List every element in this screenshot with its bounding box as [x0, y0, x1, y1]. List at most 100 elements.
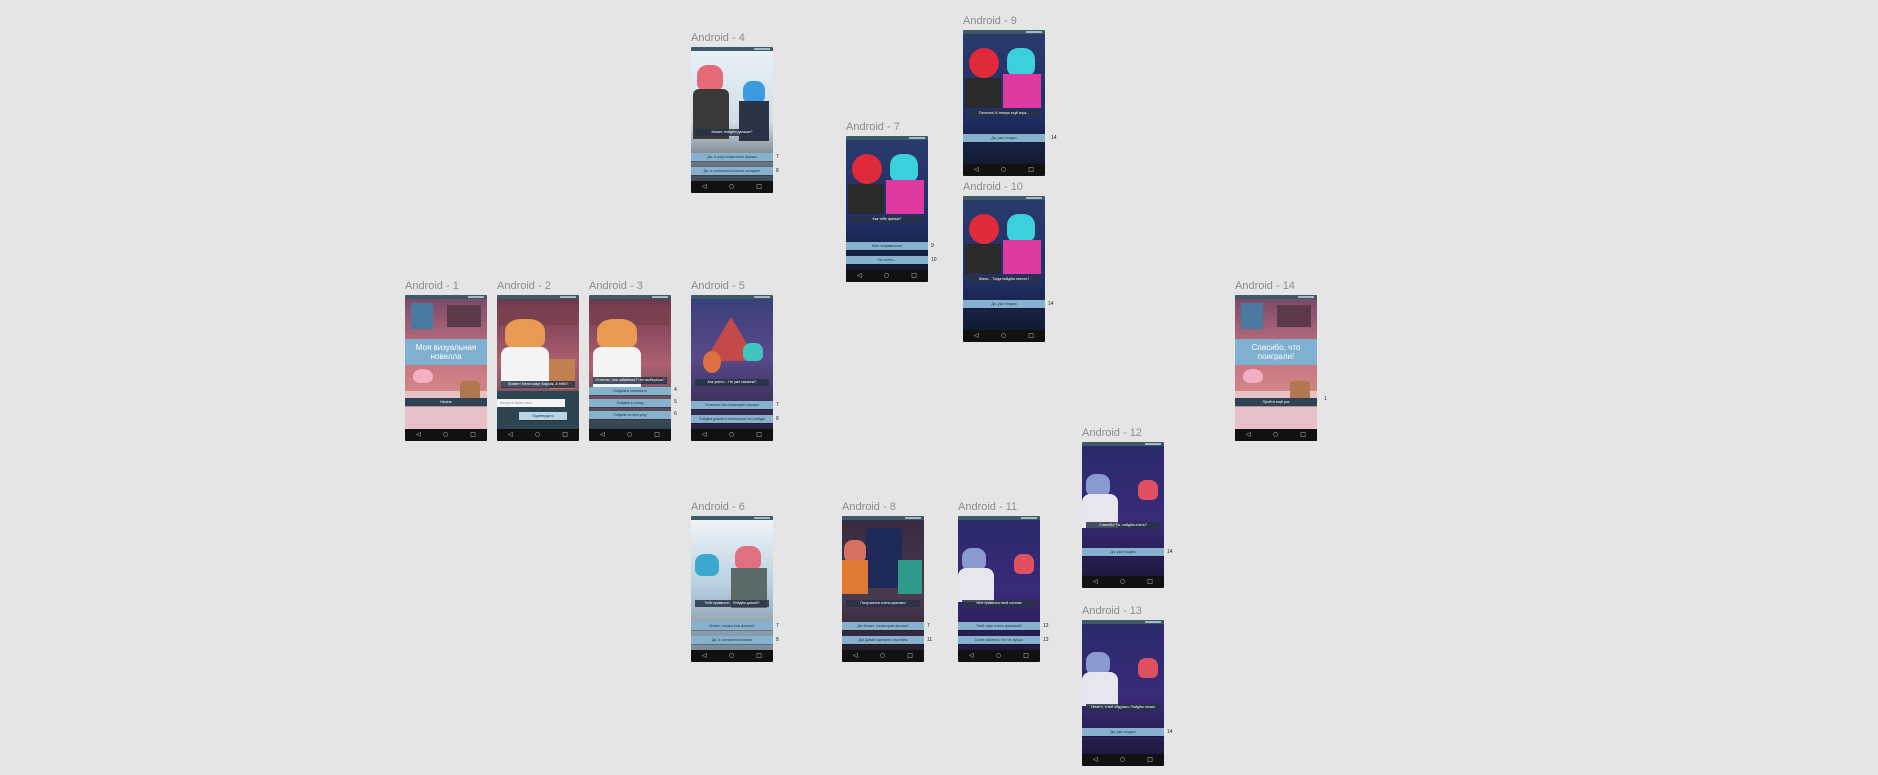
recent-icon[interactable]: □: [1028, 333, 1034, 339]
choice-better[interactable]: А мне кажется, что он лучше: [958, 636, 1040, 644]
home-icon[interactable]: ○: [535, 432, 540, 438]
recent-icon[interactable]: □: [562, 432, 568, 438]
choice-watch-film[interactable]: Да! Может, посмотрим фильм?: [842, 622, 924, 630]
choice-hike[interactable]: Пойдём в поход: [589, 399, 671, 407]
link-target: 14: [1167, 729, 1173, 735]
shelf-shape: [447, 305, 481, 327]
home-icon[interactable]: ○: [1120, 579, 1125, 585]
choice-agree[interactable]: Да, я согласен/согласна: [691, 636, 773, 644]
recent-icon[interactable]: □: [654, 432, 660, 438]
frame-title: Android - 6: [691, 501, 745, 513]
back-icon[interactable]: ◁: [969, 653, 974, 659]
cat-body: [842, 560, 868, 594]
choice-walk[interactable]: Пойдём на прогулку: [589, 411, 671, 419]
screen: Спасибо, что поиграли! Пройти ещё раз ◁ …: [1235, 295, 1317, 441]
back-icon[interactable]: ◁: [600, 432, 605, 438]
replay-button[interactable]: Пройти ещё раз: [1235, 398, 1317, 406]
heart-pillow-icon: [413, 369, 433, 383]
red-cat-head: [1138, 480, 1158, 500]
frame-android-13: Android - 13 Ничего, я всё обдумал. Пойд…: [1082, 605, 1173, 766]
android-nav-bar: ◁ ○ □: [963, 164, 1045, 176]
teal-cat-head: [1007, 214, 1035, 242]
back-icon[interactable]: ◁: [508, 432, 513, 438]
dialog-text: Спасибо! Ты, пойдём спать?: [1086, 522, 1160, 529]
recent-icon[interactable]: □: [756, 653, 762, 659]
home-icon[interactable]: ○: [627, 432, 632, 438]
window-shape: [411, 303, 433, 329]
name-input[interactable]: Введите Ваше имя: [497, 399, 565, 407]
link-target: 1: [1324, 396, 1327, 402]
android-nav-bar: ◁ ○ □: [846, 270, 928, 282]
home-icon[interactable]: ○: [443, 432, 448, 438]
teal-cat-body: [1003, 240, 1041, 274]
back-icon[interactable]: ◁: [974, 333, 979, 339]
choice-late[interactable]: Да, уже поздно: [963, 300, 1045, 308]
android-nav-bar: ◁ ○ □: [842, 650, 924, 662]
choice-late[interactable]: Да, уже поздно: [963, 134, 1045, 142]
home-icon[interactable]: ○: [729, 184, 734, 190]
home-icon[interactable]: ○: [884, 273, 889, 279]
recent-icon[interactable]: □: [756, 432, 762, 438]
link-target: 12: [1043, 623, 1049, 629]
choice-watch-film[interactable]: Да, я хочу посмотреть фильм: [691, 153, 773, 161]
choice-compliment[interactable]: Твой тоже очень красивый!: [958, 622, 1040, 630]
recent-icon[interactable]: □: [1028, 167, 1034, 173]
start-button[interactable]: Начать: [405, 398, 487, 406]
android-nav-bar: ◁ ○ □: [589, 429, 671, 441]
choice-not-really[interactable]: Не очень...: [846, 256, 928, 264]
android-nav-bar: ◁ ○ □: [1082, 576, 1164, 588]
choice-read[interactable]: Да! Давай сделаем почитаем: [842, 636, 924, 644]
back-icon[interactable]: ◁: [416, 432, 421, 438]
back-icon[interactable]: ◁: [1093, 579, 1098, 585]
choice-go-home[interactable]: Пойдём домой и посмотрим что-нибудь: [691, 415, 773, 423]
home-icon[interactable]: ○: [729, 653, 734, 659]
scene-party: Мне нравится твой костюм Твой тоже очень…: [958, 520, 1040, 650]
frame-title: Android - 9: [963, 15, 1017, 27]
recent-icon[interactable]: □: [1147, 757, 1153, 763]
scene-room: Привет! Меня зовут Барсик. А тебя? Введи…: [497, 299, 579, 429]
dialog-text: Отлично! А теперь ещё игра...: [967, 110, 1041, 117]
back-icon[interactable]: ◁: [1093, 757, 1098, 763]
back-icon[interactable]: ◁: [702, 653, 707, 659]
back-icon[interactable]: ◁: [857, 273, 862, 279]
choice-sit[interactable]: Да, я согласен/согласна посидеть: [691, 167, 773, 175]
choice-late[interactable]: Да, уже поздно: [1082, 548, 1164, 556]
recent-icon[interactable]: □: [1300, 432, 1306, 438]
confirm-button[interactable]: Подтвердить: [519, 412, 567, 420]
link-target: 13: [1043, 637, 1049, 643]
teal-cat-body: [1003, 74, 1041, 108]
recent-icon[interactable]: □: [1023, 653, 1029, 659]
frame-android-6: Android - 6 Тебе нравится... Пойдём домо…: [691, 501, 779, 662]
red-cat-head: [969, 214, 999, 244]
home-icon[interactable]: ○: [729, 432, 734, 438]
recent-icon[interactable]: □: [756, 184, 762, 190]
android-nav-bar: ◁ ○ □: [691, 650, 773, 662]
home-icon[interactable]: ○: [1001, 167, 1006, 173]
scene-cinema: Как тебе фильм? Мне понравилось! Не очен…: [846, 140, 928, 270]
choice-liked[interactable]: Мне понравилось!: [846, 242, 928, 250]
orange-cat-head: [505, 319, 545, 349]
back-icon[interactable]: ◁: [702, 184, 707, 190]
choice-watch-film[interactable]: Хотелось бы посмотреть фильм: [691, 401, 773, 409]
recent-icon[interactable]: □: [907, 653, 913, 659]
red-cat-head: [852, 154, 882, 184]
back-icon[interactable]: ◁: [853, 653, 858, 659]
dialog-text: Как уютно... Не уже сможем?: [695, 379, 769, 386]
choice-cinema[interactable]: Пойдём в кинотеатр: [589, 387, 671, 395]
choice-watch-film[interactable]: Может, посмотрим фильм?: [691, 622, 773, 630]
home-icon[interactable]: ○: [880, 653, 885, 659]
back-icon[interactable]: ◁: [1246, 432, 1251, 438]
back-icon[interactable]: ◁: [702, 432, 707, 438]
back-icon[interactable]: ◁: [974, 167, 979, 173]
cat-head: [844, 540, 866, 562]
home-icon[interactable]: ○: [996, 653, 1001, 659]
recent-icon[interactable]: □: [470, 432, 476, 438]
home-icon[interactable]: ○: [1120, 757, 1125, 763]
screen: Отлично! А теперь ещё игра... Да, уже по…: [963, 30, 1045, 176]
screen: Моя визуальная новелла Начать ◁ ○ □: [405, 295, 487, 441]
home-icon[interactable]: ○: [1001, 333, 1006, 339]
recent-icon[interactable]: □: [1147, 579, 1153, 585]
home-icon[interactable]: ○: [1273, 432, 1278, 438]
recent-icon[interactable]: □: [911, 273, 917, 279]
choice-late[interactable]: Да, уже поздно: [1082, 728, 1164, 736]
